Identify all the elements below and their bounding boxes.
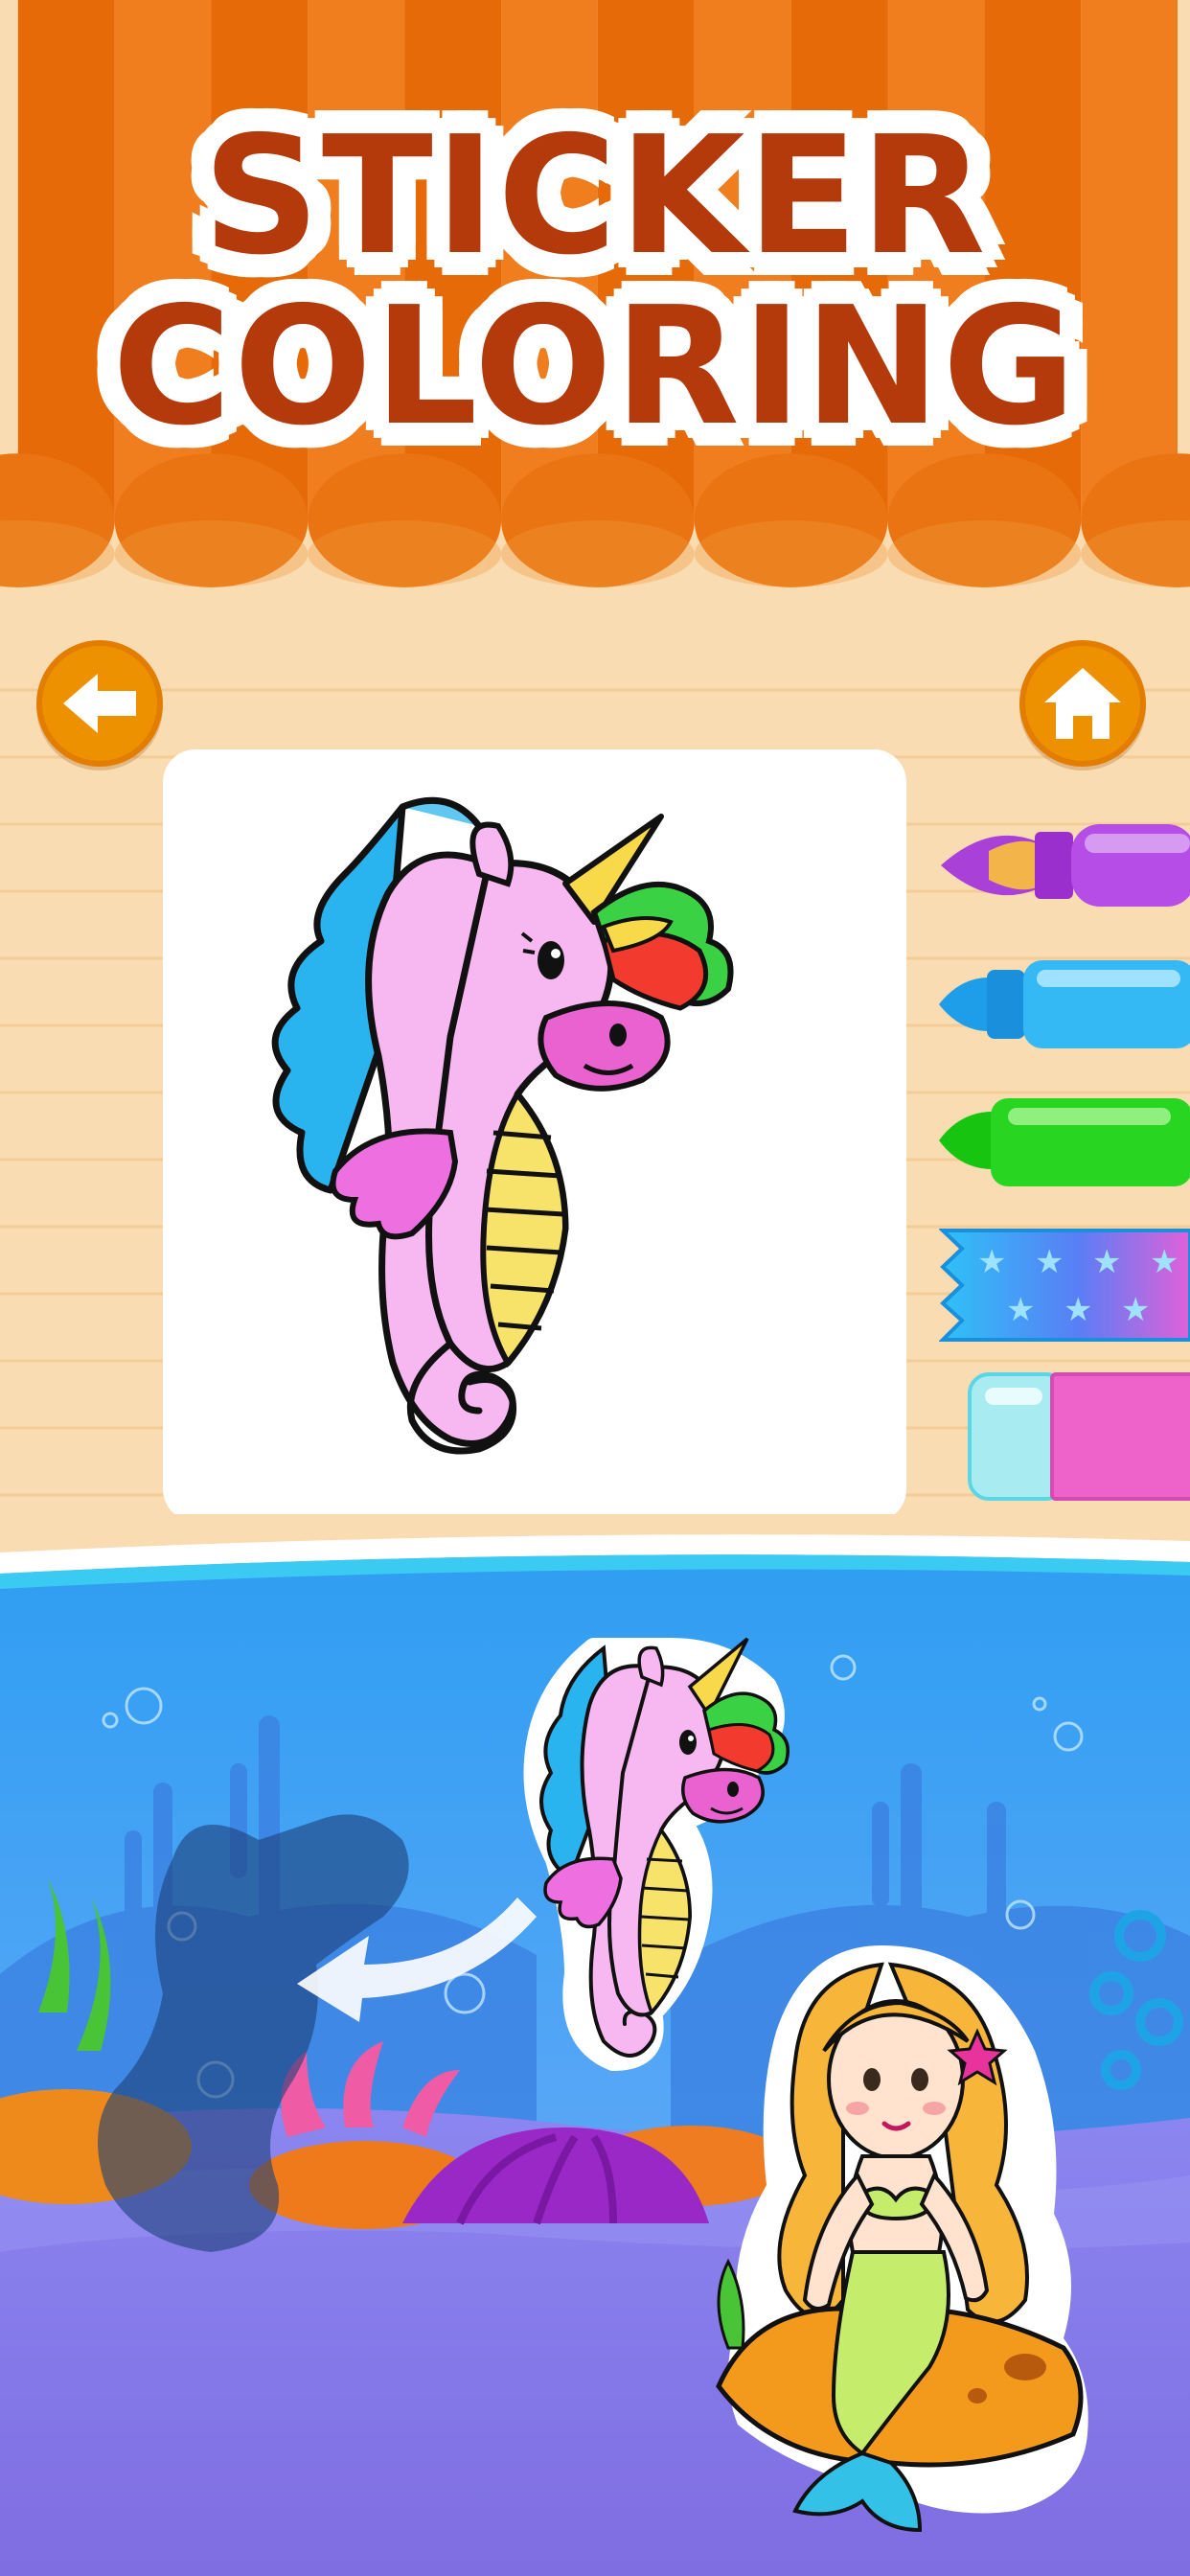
svg-text:★: ★ bbox=[1092, 1243, 1121, 1281]
coloring-canvas[interactable] bbox=[163, 749, 906, 1522]
svg-text:★: ★ bbox=[1064, 1291, 1092, 1329]
eraser-tool[interactable] bbox=[966, 1368, 1190, 1503]
home-icon bbox=[1044, 668, 1121, 739]
green-crayon-tool[interactable] bbox=[931, 1085, 1190, 1200]
svg-text:★: ★ bbox=[1121, 1291, 1150, 1329]
svg-text:★: ★ bbox=[1150, 1243, 1179, 1281]
app-screen: STICKER COLORING ★ ★ ★ ★ ★ ★ ★ bbox=[0, 0, 1190, 2576]
blue-marker-tool[interactable] bbox=[931, 949, 1190, 1064]
back-button[interactable] bbox=[36, 640, 163, 767]
star-tape-tool[interactable]: ★ ★ ★ ★ ★ ★ ★ bbox=[939, 1225, 1190, 1346]
mermaid-sticker[interactable] bbox=[699, 1936, 1102, 2540]
paint-brush-tool[interactable] bbox=[931, 803, 1190, 928]
title-line-2: COLORING bbox=[111, 272, 1079, 462]
seahorse-drawing[interactable] bbox=[163, 749, 906, 1522]
svg-text:★: ★ bbox=[977, 1243, 1006, 1281]
svg-text:★: ★ bbox=[1006, 1291, 1035, 1329]
arrow-left-icon bbox=[63, 674, 136, 733]
home-button[interactable] bbox=[1019, 640, 1146, 767]
svg-text:★: ★ bbox=[1035, 1243, 1064, 1281]
title-line-1: STICKER bbox=[202, 102, 988, 291]
page-title: STICKER COLORING bbox=[0, 115, 1190, 448]
